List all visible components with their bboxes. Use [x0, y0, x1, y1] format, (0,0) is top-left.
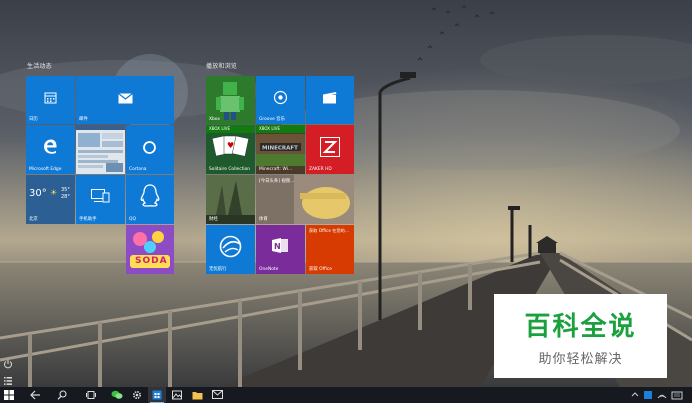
system-tray: [628, 387, 688, 403]
tile-onenote[interactable]: N OneNote: [256, 225, 305, 274]
weather-temperature: 30°: [29, 188, 47, 199]
store-button[interactable]: [148, 387, 166, 403]
weather-low: 28°: [61, 194, 70, 200]
tile-calendar[interactable]: 日历: [26, 76, 75, 124]
candy-crush-artwork: [126, 225, 174, 274]
tile-label: 财经: [209, 217, 218, 222]
power-icon[interactable]: [3, 354, 13, 369]
tile-movies-tv[interactable]: [306, 76, 354, 124]
photos-button[interactable]: [168, 387, 186, 403]
cortana-icon: [142, 140, 157, 155]
tile-label: Cortana: [129, 167, 147, 172]
onenote-icon: N: [272, 237, 289, 254]
group-title-life: 生活动态: [27, 63, 52, 70]
tile-label: 体育: [259, 217, 268, 222]
tile-label: Groove 音乐: [259, 117, 285, 122]
candy-crush-title: SODA: [135, 256, 168, 266]
search-icon: [57, 390, 67, 400]
taskbar: [0, 387, 692, 403]
tile-zaker-hd[interactable]: ZAKER HD: [306, 125, 354, 174]
tile-cortana[interactable]: Cortana: [126, 125, 174, 174]
qq-penguin-icon: [140, 184, 160, 208]
tile-solitaire[interactable]: XBOX LIVE ♥ Solitaire Collection: [206, 125, 255, 174]
tile-label: 邮件: [79, 117, 88, 122]
svg-text:MINECRAFT: MINECRAFT: [262, 146, 298, 152]
tile-label: OneNote: [259, 267, 279, 272]
tile-label: Microsoft Edge: [29, 167, 62, 172]
tile-label: Solitaire Collection: [209, 167, 251, 172]
xbox-live-banner: XBOX LIVE: [256, 125, 305, 133]
solitaire-cards-artwork: ♥: [211, 135, 250, 157]
tile-weather[interactable]: 30° ☀ 35° 28° 北京: [26, 175, 75, 224]
sun-icon: ☀: [50, 188, 58, 197]
tile-label: 手机助手: [79, 217, 97, 222]
tile-photos-live[interactable]: [76, 125, 125, 174]
tile-label: Xbox: [209, 117, 220, 122]
tile-flight[interactable]: 无忧航行: [206, 225, 255, 274]
photos-live-preview: [76, 125, 125, 172]
tile-label: 无忧航行: [209, 267, 227, 272]
news-headline: [今日头条] 视频…: [259, 179, 295, 184]
start-button[interactable]: [0, 387, 18, 403]
explorer-button[interactable]: [188, 387, 206, 403]
phone-pc-icon: [91, 189, 110, 203]
svg-text:♥: ♥: [227, 141, 234, 150]
tile-label: 日历: [29, 117, 38, 122]
tile-candy-crush-soda[interactable]: SODA: [126, 225, 174, 274]
tile-label: 北京: [29, 217, 38, 222]
all-apps-icon[interactable]: [3, 371, 13, 385]
svg-text:N: N: [274, 242, 281, 251]
weather-high: 35°: [61, 187, 70, 193]
search-button[interactable]: [53, 387, 71, 403]
minecraft-artwork: MINECRAFT: [256, 134, 305, 166]
explorer-icon: [192, 392, 202, 400]
tile-minecraft[interactable]: XBOX LIVE MINECRAFT Minecraft: Wi...: [256, 125, 305, 174]
edge-icon: [43, 139, 58, 154]
group-title-entertainment: 播放和浏览: [206, 63, 238, 70]
photos-icon: [172, 390, 182, 400]
tile-get-office[interactable]: 获取 Office 在您的… 获取 Office: [306, 225, 354, 274]
tile-label: Minecraft: Wi...: [259, 167, 293, 172]
groove-music-icon: [273, 90, 288, 105]
mail-icon: [118, 93, 133, 104]
mail-icon: [211, 390, 223, 399]
task-view-icon: [86, 391, 96, 399]
mail-button[interactable]: [208, 387, 226, 403]
tile-label: 获取 Office: [309, 267, 332, 272]
settings-button[interactable]: [128, 387, 146, 403]
watermark-subtitle: 助你轻松解决: [538, 352, 623, 367]
tile-edge[interactable]: Microsoft Edge: [26, 125, 75, 174]
zaker-logo-icon: [320, 137, 340, 157]
calendar-icon: [44, 91, 57, 104]
start-icon: [4, 390, 14, 400]
xbox-live-banner: XBOX LIVE: [206, 125, 255, 133]
office-promo-text: 获取 Office 在您的…: [309, 228, 350, 233]
tile-groove-music[interactable]: Groove 音乐: [256, 76, 305, 124]
watermark-title: 百科全说: [524, 312, 637, 342]
tile-sports[interactable]: [今日头条] 视频… 体育: [256, 175, 354, 224]
flight-swirl-icon: [218, 234, 243, 259]
settings-icon: [132, 390, 142, 400]
tile-label: QQ: [129, 217, 136, 222]
tile-xbox[interactable]: Xbox: [206, 76, 255, 124]
tile-news[interactable]: 财经: [206, 175, 255, 224]
tile-mail[interactable]: 邮件: [76, 76, 174, 124]
watermark-badge: 百科全说 助你轻松解决: [494, 294, 667, 378]
tile-phone-assistant[interactable]: 手机助手: [76, 175, 125, 224]
movies-clapper-icon: [322, 91, 337, 104]
tile-label: ZAKER HD: [309, 167, 332, 172]
back-button[interactable]: [26, 387, 44, 403]
task-view-button[interactable]: [82, 387, 100, 403]
wechat-icon: [111, 390, 123, 399]
tray-icons[interactable]: [628, 387, 688, 403]
back-icon: [30, 390, 40, 400]
store-icon: [152, 390, 162, 400]
wechat-button[interactable]: [108, 387, 126, 403]
tile-qq[interactable]: QQ: [126, 175, 174, 224]
